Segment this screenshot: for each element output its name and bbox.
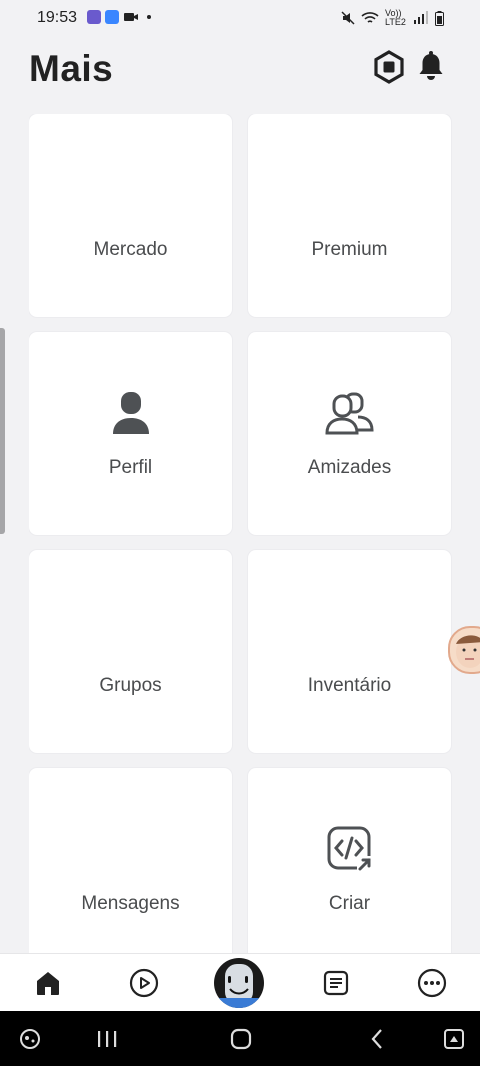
bell-icon xyxy=(419,51,443,80)
tile-label: Mensagens xyxy=(81,893,180,914)
recents-icon xyxy=(98,1030,117,1047)
tile-mensagens[interactable]: Mensagens xyxy=(29,768,232,954)
floating-avatar-bubble[interactable] xyxy=(448,626,480,674)
home-icon xyxy=(37,972,59,995)
tile-inventario[interactable]: Inventário xyxy=(248,550,451,753)
tile-label: Premium xyxy=(311,239,388,260)
friends-icon xyxy=(324,390,376,441)
screenshot-icon xyxy=(444,1028,464,1049)
notification-icons xyxy=(87,10,151,24)
tile-label: Mercado xyxy=(93,239,168,260)
system-status-icons: Vo)) LTE2 xyxy=(341,9,444,27)
game-launcher-button[interactable] xyxy=(14,1011,46,1066)
tile-amizades[interactable]: Amizades xyxy=(248,332,451,535)
recent-apps-button[interactable] xyxy=(86,1011,128,1066)
network-label: Vo)) LTE2 xyxy=(385,8,406,27)
page-header: Mais xyxy=(0,36,480,106)
scroll-indicator[interactable] xyxy=(0,328,5,534)
create-code-icon xyxy=(327,826,373,877)
notifications-button[interactable] xyxy=(415,50,447,84)
tile-mercado[interactable]: Mercado xyxy=(29,114,232,317)
mute-icon xyxy=(341,11,355,25)
signal-icon xyxy=(414,11,428,24)
tile-label: Amizades xyxy=(307,457,392,478)
back-chevron-icon xyxy=(371,1028,382,1049)
nav-chat[interactable] xyxy=(306,954,366,1012)
tile-premium[interactable]: Premium xyxy=(248,114,451,317)
home-system-button[interactable] xyxy=(220,1011,262,1066)
tile-label: Grupos xyxy=(99,675,162,696)
wifi-icon xyxy=(361,12,379,23)
more-menu-grid: Mercado Premium Perfil Amizades Grupos I… xyxy=(29,114,452,954)
avatar-icon xyxy=(216,964,262,1008)
more-icon xyxy=(417,968,447,998)
battery-icon xyxy=(435,10,444,26)
gamepad-icon xyxy=(20,1028,40,1049)
tile-label: Inventário xyxy=(307,675,392,696)
system-navigation-bar xyxy=(0,1011,480,1066)
tile-label: Criar xyxy=(328,893,371,914)
tile-grupos[interactable]: Grupos xyxy=(29,550,232,753)
nav-avatar[interactable] xyxy=(214,958,264,1008)
person-icon xyxy=(111,390,151,441)
robux-button[interactable] xyxy=(372,50,406,84)
nav-home[interactable] xyxy=(18,954,78,1012)
page-title: Mais xyxy=(29,48,114,89)
robux-icon xyxy=(374,50,404,84)
nav-play[interactable] xyxy=(114,954,174,1012)
back-button[interactable] xyxy=(356,1011,398,1066)
tile-perfil[interactable]: Perfil xyxy=(29,332,232,535)
tile-criar[interactable]: Criar xyxy=(248,768,451,954)
tile-label: Perfil xyxy=(108,457,153,478)
chat-icon xyxy=(323,970,349,996)
app-notification-icon xyxy=(87,10,101,24)
home-square-icon xyxy=(230,1028,252,1049)
face-icon xyxy=(456,635,480,668)
nav-more[interactable] xyxy=(402,954,462,1012)
screen-action-button[interactable] xyxy=(436,1011,472,1066)
more-notifications-dot xyxy=(147,15,151,19)
status-time: 19:53 xyxy=(37,9,78,26)
status-bar: 19:53 Vo)) LTE2 xyxy=(0,0,480,36)
camera-notification-icon xyxy=(123,10,139,24)
play-icon xyxy=(129,968,159,998)
cloud-notification-icon xyxy=(105,10,119,24)
